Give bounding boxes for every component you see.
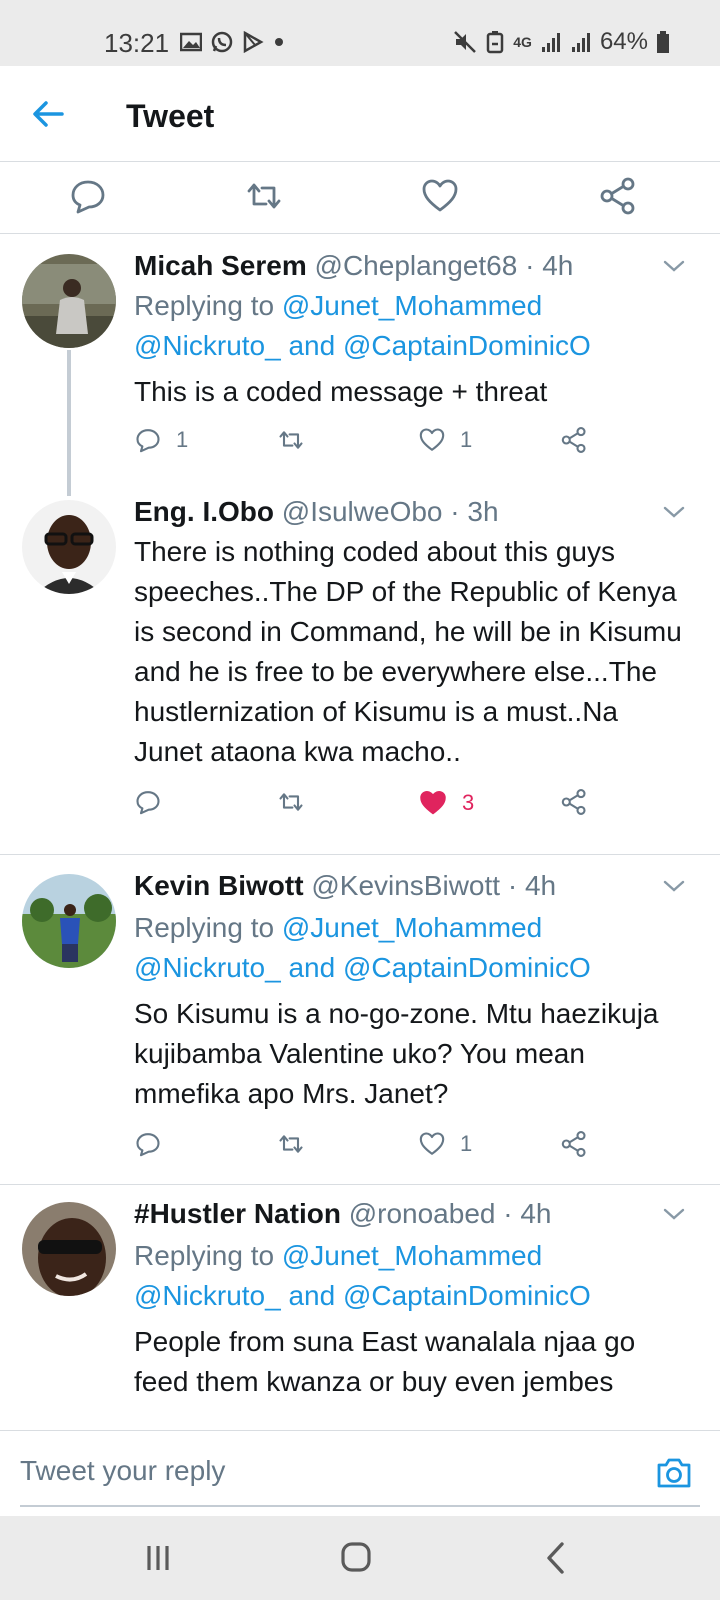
reply-button[interactable]: 1 (134, 426, 188, 454)
share-icon (561, 427, 586, 453)
author-name[interactable]: #Hustler Nation (134, 1198, 341, 1229)
battery-percent: 64% (599, 28, 648, 55)
image-icon (180, 32, 202, 52)
divider (0, 854, 720, 855)
home-icon[interactable] (336, 1540, 376, 1576)
main-tweet-actions (0, 162, 720, 234)
status-time: 13:21 (104, 28, 170, 58)
share-icon (561, 789, 586, 815)
avatar[interactable] (22, 500, 116, 594)
thread-line (67, 350, 71, 496)
dot-icon (275, 38, 283, 46)
heart-filled-icon (420, 791, 446, 815)
divider (0, 1184, 720, 1185)
like-icon[interactable] (420, 176, 460, 216)
author-handle-time: @Cheplanget68 · 4h (314, 250, 574, 281)
system-nav-bar (0, 1516, 720, 1600)
replying-to: Replying to @Junet_Mohammed @Nickruto_ a… (134, 290, 591, 361)
signal-icon (541, 33, 560, 52)
battery-icon (657, 31, 669, 53)
retweet-icon[interactable] (244, 176, 284, 216)
retweet-button[interactable] (276, 788, 306, 816)
tweet-text: There is nothing coded about this guys s… (134, 536, 682, 767)
reply-icon[interactable] (68, 176, 108, 216)
reply-icon (136, 791, 160, 815)
avatar[interactable] (22, 874, 116, 968)
author-handle-time: @ronoabed · 4h (348, 1198, 552, 1229)
reply-icon (136, 1133, 160, 1157)
author-name[interactable]: Eng. I.Obo (134, 496, 274, 527)
tweet-actions: 3 (134, 788, 604, 828)
reply-input[interactable] (20, 1449, 660, 1493)
network-type: 4G (513, 34, 532, 50)
chevron-down-icon[interactable] (662, 1202, 686, 1226)
camera-icon[interactable] (654, 1453, 694, 1493)
battery-saver-icon (487, 31, 504, 54)
mention-link[interactable]: @Junet_Mohammed (282, 1240, 542, 1271)
author-name[interactable]: Micah Serem (134, 250, 307, 281)
share-button[interactable] (560, 426, 588, 454)
tweet-actions: 1 (134, 1130, 604, 1170)
play-store-icon (243, 31, 264, 53)
retweet-icon (279, 793, 303, 811)
mention-link[interactable]: @Nickruto_ and @CaptainDominicO (134, 330, 591, 361)
author-handle-time: @KevinsBiwott · 4h (311, 870, 557, 901)
tweet-text: This is a coded message + threat (134, 376, 548, 407)
replying-to: Replying to @Junet_Mohammed @Nickruto_ a… (134, 1240, 591, 1311)
app-bar: Tweet (0, 66, 720, 162)
share-button[interactable] (560, 1130, 588, 1158)
page-title: Tweet (126, 98, 215, 134)
heart-icon (419, 428, 445, 451)
retweet-icon (279, 1135, 303, 1153)
chevron-down-icon[interactable] (662, 254, 686, 278)
author-handle-time: @IsulweObo · 3h (281, 496, 499, 527)
back-arrow-icon[interactable] (30, 96, 66, 132)
replies-feed[interactable]: Micah Serem @Cheplanget68 · 4h Replying … (0, 236, 720, 1430)
status-bar: 13:21 4G 64% (0, 0, 720, 66)
like-button[interactable]: 3 (418, 788, 474, 818)
signal-icon (571, 33, 590, 52)
like-button[interactable]: 1 (418, 426, 472, 454)
chevron-down-icon[interactable] (662, 500, 686, 524)
mention-link[interactable]: @Nickruto_ and @CaptainDominicO (134, 952, 591, 983)
mention-link[interactable]: @Junet_Mohammed (282, 290, 542, 321)
recents-icon[interactable] (138, 1540, 178, 1576)
avatar[interactable] (22, 254, 116, 348)
mention-link[interactable]: @Junet_Mohammed (282, 912, 542, 943)
reply-button[interactable] (134, 788, 176, 816)
reply-button[interactable] (134, 1130, 176, 1158)
chevron-down-icon[interactable] (662, 874, 686, 898)
replying-to: Replying to @Junet_Mohammed @Nickruto_ a… (134, 912, 591, 983)
back-icon[interactable] (536, 1540, 576, 1576)
author-name[interactable]: Kevin Biwott (134, 870, 304, 901)
input-underline (20, 1505, 700, 1507)
avatar[interactable] (22, 1202, 116, 1296)
tweet-actions: 1 1 (134, 426, 604, 466)
reply-count: 1 (176, 427, 189, 452)
mention-link[interactable]: @Nickruto_ and @CaptainDominicO (134, 1280, 591, 1311)
retweet-icon (279, 431, 303, 449)
retweet-button[interactable] (276, 1130, 306, 1158)
like-count: 1 (460, 427, 473, 452)
heart-icon (419, 1132, 445, 1155)
tweet-text: So Kisumu is a no-go-zone. Mtu haezikuja… (134, 998, 659, 1109)
share-icon[interactable] (598, 176, 638, 216)
whatsapp-icon (211, 31, 233, 53)
like-count: 3 (462, 790, 475, 815)
like-count: 1 (460, 1131, 473, 1156)
retweet-button[interactable] (276, 426, 306, 454)
mute-icon (454, 31, 477, 53)
reply-composer (0, 1430, 720, 1520)
share-button[interactable] (560, 788, 588, 816)
reply-icon (136, 429, 160, 453)
tweet-text: People from suna East wanalala njaa go f… (134, 1326, 636, 1397)
share-icon (561, 1131, 586, 1157)
like-button[interactable]: 1 (418, 1130, 472, 1158)
